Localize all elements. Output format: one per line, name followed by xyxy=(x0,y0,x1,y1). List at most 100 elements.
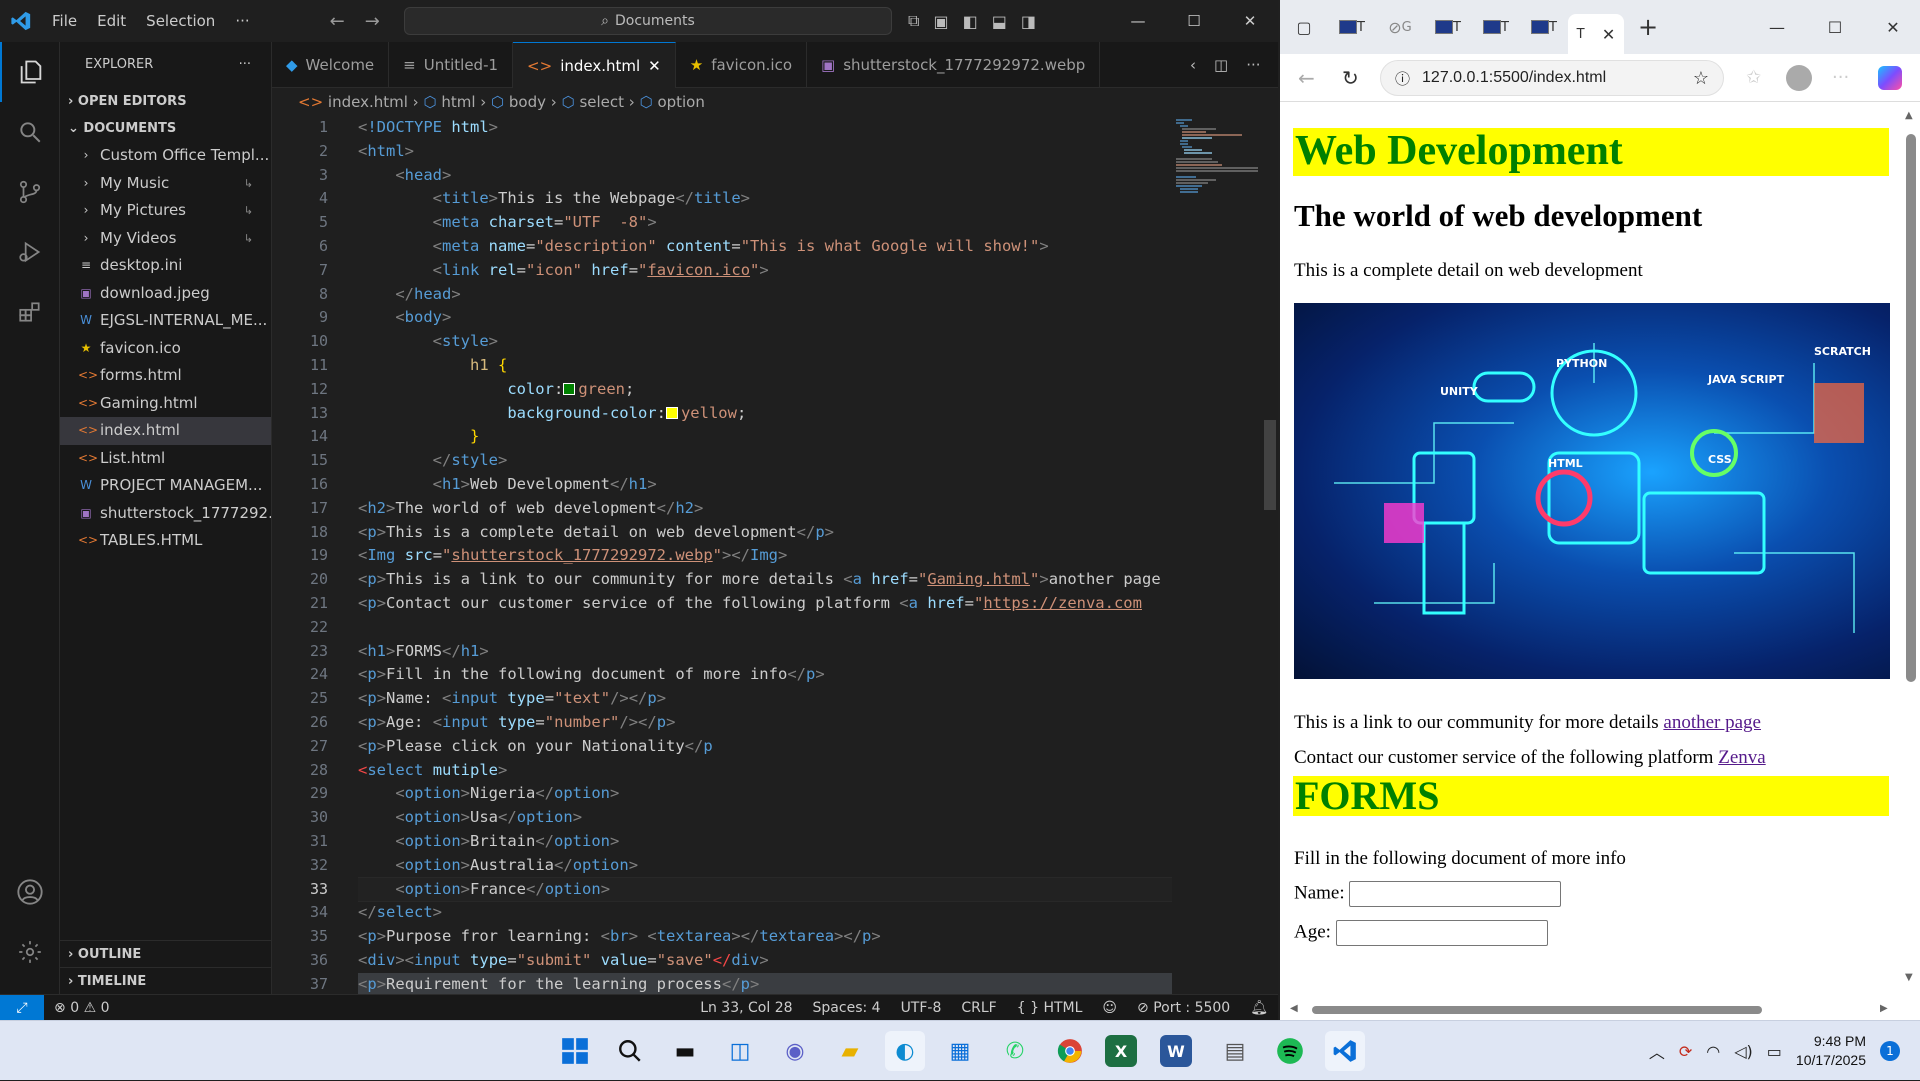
microsoft-store-icon[interactable]: ▦ xyxy=(940,1031,980,1071)
file-item[interactable]: ★ favicon.ico xyxy=(60,335,271,363)
favorite-star-icon[interactable]: ☆ xyxy=(1693,68,1709,89)
minimize-icon[interactable]: — xyxy=(1748,18,1806,37)
scroll-up-icon[interactable]: ▲ xyxy=(1905,110,1913,121)
menu-edit[interactable]: Edit xyxy=(87,0,136,42)
copilot-icon[interactable]: ⧉ xyxy=(908,11,919,31)
tray-overflow-chevron-icon[interactable]: ︿ xyxy=(1649,1039,1665,1063)
file-item[interactable]: › My Videos ↳ xyxy=(60,225,271,253)
tabs-overflow-icon[interactable]: ‹ xyxy=(1190,56,1196,74)
breadcrumb-item[interactable]: option xyxy=(657,93,704,111)
close-tab-icon[interactable]: ✕ xyxy=(648,43,661,89)
menu-selection[interactable]: Selection xyxy=(136,0,225,42)
calculator-icon[interactable]: ▤ xyxy=(1215,1031,1255,1071)
menu-more[interactable]: ··· xyxy=(225,0,259,42)
accounts-icon[interactable] xyxy=(0,862,60,922)
whatsapp-icon[interactable]: ✆ xyxy=(995,1031,1035,1071)
breadcrumb-item[interactable]: index.html xyxy=(328,93,408,111)
end-of-line[interactable]: CRLF xyxy=(951,1000,1006,1016)
start-windows-icon[interactable] xyxy=(555,1031,595,1071)
timeline-section[interactable]: › TIMELINE xyxy=(60,967,271,994)
maximize-icon[interactable]: ☐ xyxy=(1806,18,1864,37)
tab-actions-icon[interactable]: ▢ xyxy=(1280,7,1328,47)
breadcrumb-item[interactable]: body xyxy=(509,93,546,111)
copilot-status-icon[interactable]: ☺ xyxy=(1092,1000,1127,1016)
new-tab-icon[interactable]: + xyxy=(1624,7,1672,47)
live-server-port[interactable]: ⊘ Port : 5500 xyxy=(1127,1000,1240,1016)
file-item[interactable]: ▣ shutterstock_1777292... xyxy=(60,500,271,528)
file-item[interactable]: › Custom Office Templ... xyxy=(60,142,271,170)
address-bar[interactable]: ⓘ 127.0.0.1:5500/index.html ☆ xyxy=(1380,60,1724,96)
open-editors-section[interactable]: › OPEN EDITORS xyxy=(60,88,271,115)
tab-star[interactable]: ★ favicon.ico xyxy=(676,42,808,88)
wifi-icon[interactable]: ◠ xyxy=(1706,1042,1720,1061)
close-icon[interactable]: ✕ xyxy=(1222,0,1278,42)
problems-indicator[interactable]: ⊗ 0 ⚠ 0 xyxy=(44,1000,120,1016)
toggle-secondary-sidebar-icon[interactable]: ◨ xyxy=(1021,12,1036,31)
code-editor[interactable]: 1 2 3 4 5 6 7 8 9 10 11 12 13 14 15 16 17 18 19 20 21 22 23 24 2… xyxy=(272,116,1278,994)
maximize-icon[interactable]: ☐ xyxy=(1166,0,1222,42)
forward-arrow-icon[interactable]: → xyxy=(355,11,390,32)
name-input[interactable] xyxy=(1349,881,1562,907)
edge-browser-icon[interactable]: ◐ xyxy=(885,1031,925,1071)
teams-chat-icon[interactable]: ◉ xyxy=(775,1031,815,1071)
back-arrow-icon[interactable]: ← xyxy=(320,11,355,32)
age-input[interactable] xyxy=(1335,920,1548,946)
spotify-icon[interactable] xyxy=(1270,1031,1310,1071)
tab-vscode[interactable]: ◆ Welcome xyxy=(272,42,390,88)
more-menu-icon[interactable]: ··· xyxy=(1832,67,1849,88)
outline-section[interactable]: › OUTLINE xyxy=(60,940,271,967)
scroll-right-icon[interactable]: ▶ xyxy=(1880,1003,1888,1014)
documents-section[interactable]: ⌄ DOCUMENTS xyxy=(60,115,271,142)
minimize-icon[interactable]: — xyxy=(1110,0,1166,42)
file-item[interactable]: <> TABLES.HTML xyxy=(60,527,271,555)
file-item[interactable]: <> index.html xyxy=(60,417,271,445)
browser-tab[interactable]: T xyxy=(1424,7,1472,47)
tab-html[interactable]: <> index.html ✕ xyxy=(513,42,676,88)
widgets-icon[interactable]: ◫ xyxy=(720,1031,760,1071)
clock[interactable]: 9:48 PM 10/17/2025 xyxy=(1796,1032,1866,1070)
more-actions-icon[interactable]: ··· xyxy=(1246,56,1260,74)
excel-icon[interactable]: X xyxy=(1105,1035,1137,1067)
minimap[interactable] xyxy=(1172,116,1262,994)
page-horizontal-scrollbar[interactable]: ◀ ▶ xyxy=(1280,1000,1900,1020)
command-center[interactable]: ⌕ Documents xyxy=(404,7,892,35)
file-item[interactable]: › My Pictures ↳ xyxy=(60,197,271,225)
vscode-taskbar-icon[interactable] xyxy=(1325,1031,1365,1071)
notification-badge[interactable]: 1 xyxy=(1880,1041,1900,1061)
browser-tab[interactable]: T xyxy=(1328,7,1376,47)
run-debug-icon[interactable] xyxy=(0,222,60,282)
file-item[interactable]: <> Gaming.html xyxy=(60,390,271,418)
cursor-position[interactable]: Ln 33, Col 28 xyxy=(690,1000,802,1016)
file-item[interactable]: › My Music ↳ xyxy=(60,170,271,198)
file-item[interactable]: <> forms.html xyxy=(60,362,271,390)
encoding[interactable]: UTF-8 xyxy=(891,1000,952,1016)
word-icon[interactable]: W xyxy=(1160,1035,1192,1067)
scrollbar-thumb[interactable] xyxy=(1312,1006,1762,1014)
zenva-link[interactable]: Zenva xyxy=(1718,747,1765,768)
language-mode[interactable]: { } HTML xyxy=(1007,1000,1093,1016)
browser-tab[interactable]: T xyxy=(1472,7,1520,47)
settings-gear-icon[interactable] xyxy=(0,922,60,982)
another-page-link[interactable]: another page xyxy=(1663,712,1761,733)
scroll-left-icon[interactable]: ◀ xyxy=(1290,1003,1298,1014)
battery-icon[interactable]: ▭ xyxy=(1767,1042,1782,1061)
task-view-icon[interactable]: ▬ xyxy=(665,1031,705,1071)
tab-lines[interactable]: ≡ Untitled-1 xyxy=(389,42,514,88)
indentation[interactable]: Spaces: 4 xyxy=(803,1000,891,1016)
explorer-more-icon[interactable]: ··· xyxy=(239,42,251,88)
refresh-icon[interactable]: ↻ xyxy=(1342,66,1359,90)
taskbar-search-icon[interactable] xyxy=(610,1031,650,1071)
site-info-icon[interactable]: ⓘ xyxy=(1395,68,1410,89)
profile-avatar[interactable] xyxy=(1786,64,1812,91)
browser-tab[interactable]: ⊘ G xyxy=(1376,7,1424,47)
browser-tab[interactable]: T xyxy=(1520,7,1568,47)
breadcrumb-item[interactable]: select xyxy=(579,93,624,111)
favorites-icon[interactable]: ✩ xyxy=(1746,67,1761,88)
copilot-icon[interactable] xyxy=(1878,65,1902,90)
breadcrumb-item[interactable]: html xyxy=(441,93,475,111)
layout-customize-icon[interactable]: ▣ xyxy=(933,12,948,31)
sync-icon[interactable]: ⟳ xyxy=(1679,1042,1692,1061)
scrollbar-thumb[interactable] xyxy=(1906,134,1916,682)
tab-image[interactable]: ▣ shutterstock_1777292972.webp xyxy=(807,42,1101,88)
file-item[interactable]: ≡ desktop.ini xyxy=(60,252,271,280)
